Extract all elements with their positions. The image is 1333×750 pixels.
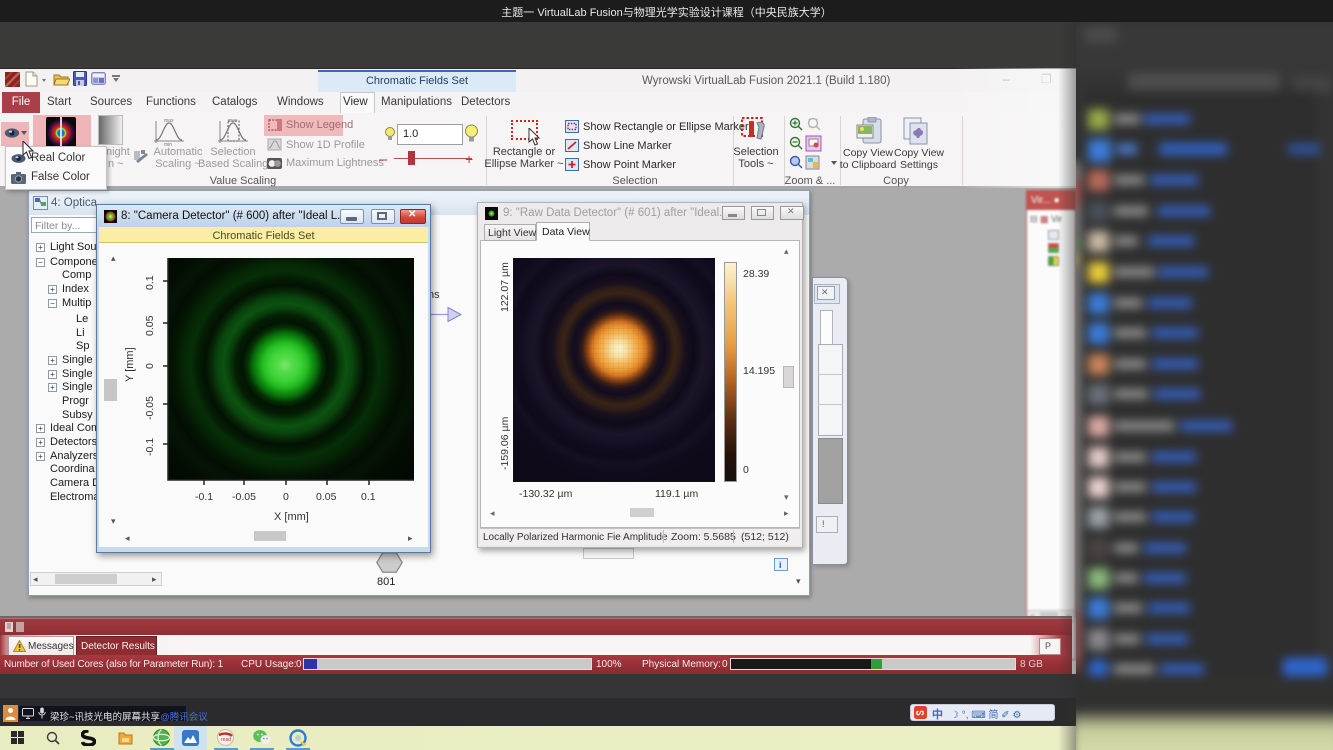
svg-text:max: max <box>164 118 174 124</box>
svg-text:max: max <box>228 118 238 124</box>
svg-text:read: read <box>221 737 231 743</box>
